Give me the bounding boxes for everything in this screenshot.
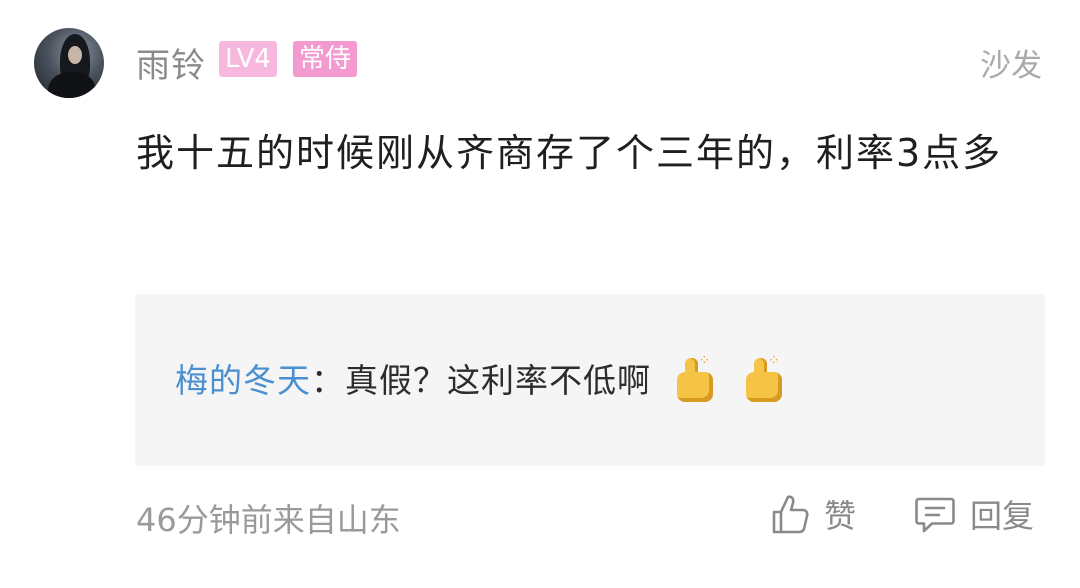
reply-separator: ： <box>311 361 345 400</box>
level-badge: LV4 <box>219 41 277 77</box>
reply-text: 真假？这利率不低啊 <box>345 361 651 400</box>
title-badge: 常侍 <box>293 41 358 77</box>
like-label: 赞 <box>824 497 857 535</box>
sofa-label: 沙发 <box>980 48 1042 84</box>
avatar-body <box>48 72 96 98</box>
like-button[interactable]: 赞 <box>770 490 856 538</box>
username[interactable]: 雨铃 <box>136 38 206 87</box>
thumbs-up-icon: ⁘ <box>740 354 790 404</box>
comment-icon <box>914 493 956 535</box>
thumbs-up-icon: ⁘ <box>671 354 721 404</box>
reply-box[interactable]: 梅的冬天：真假？这利率不低啊 ⁘ ⁘ <box>135 294 1045 466</box>
reply-item[interactable]: 梅的冬天：真假？这利率不低啊 ⁘ ⁘ <box>175 354 790 404</box>
reply-label: 回复 <box>970 497 1035 535</box>
comment-text: 我十五的时候刚从齐商存了个三年的，利率3点多 <box>136 131 1003 175</box>
reply-button[interactable]: 回复 <box>914 490 1034 538</box>
like-icon <box>770 492 810 536</box>
comment-meta: 46分钟前来自山东 <box>136 501 401 539</box>
avatar[interactable] <box>34 28 104 98</box>
reply-author[interactable]: 梅的冬天 <box>175 361 311 400</box>
avatar-face <box>68 46 82 64</box>
